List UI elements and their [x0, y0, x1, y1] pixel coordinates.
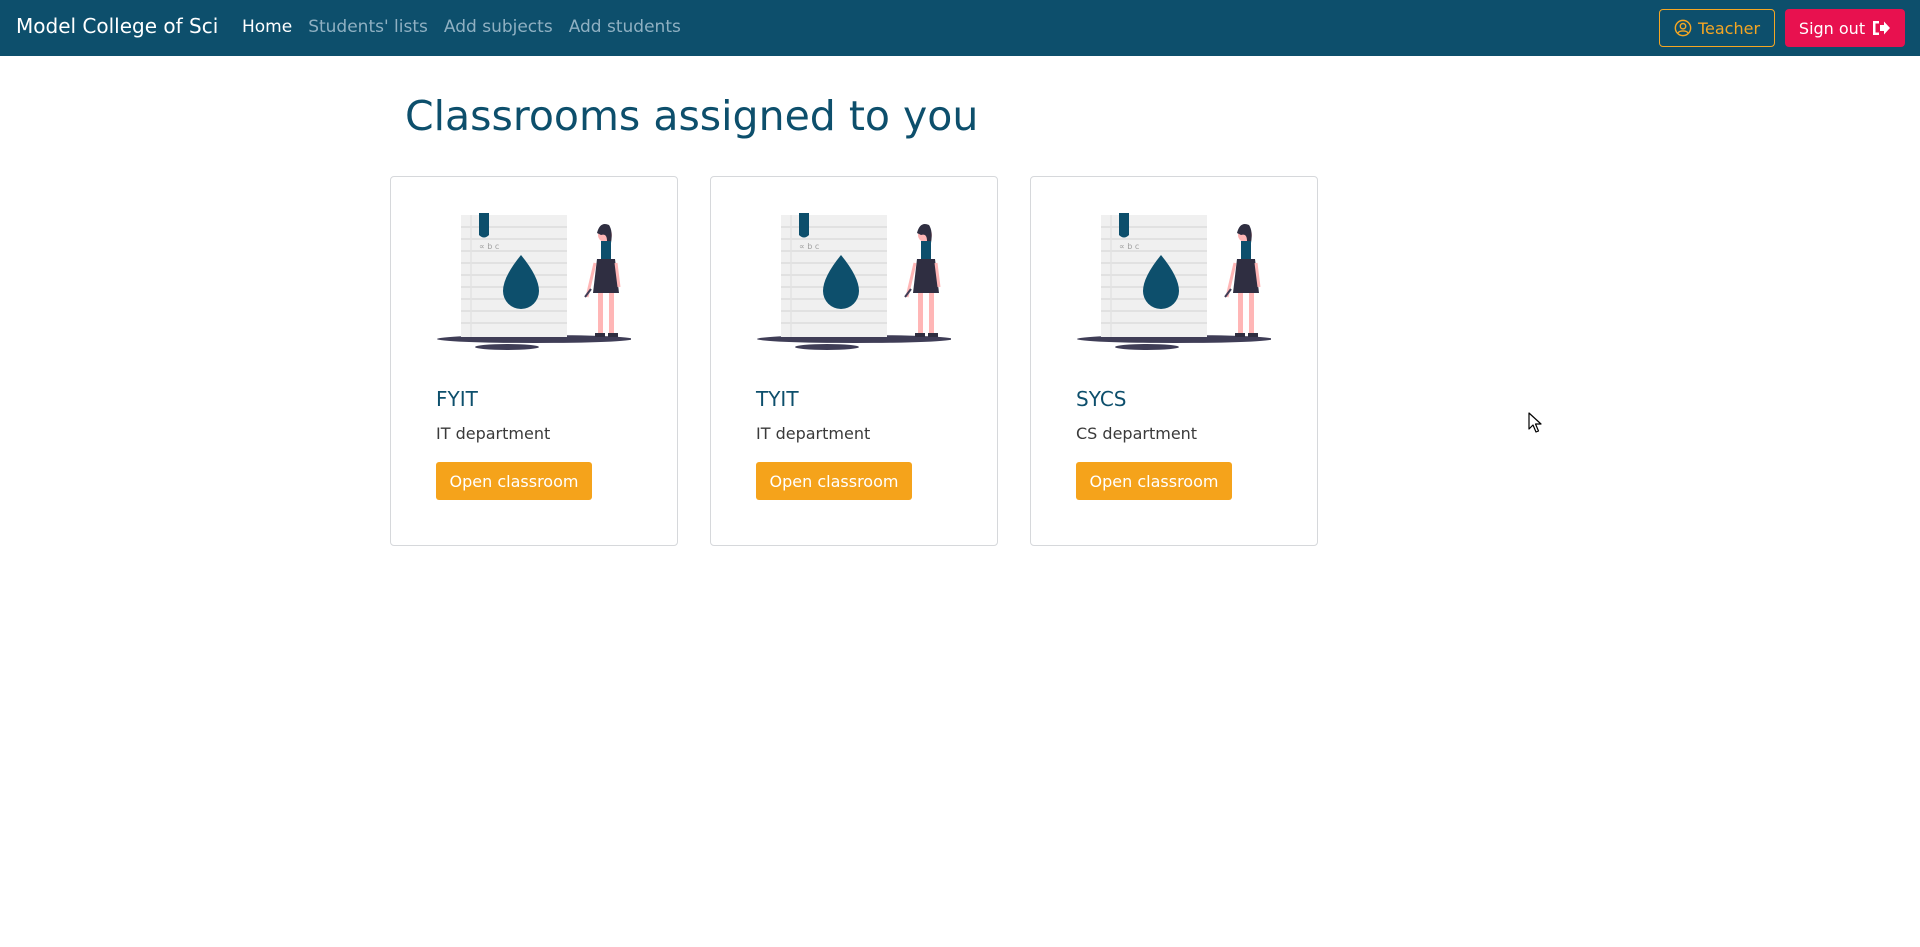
classroom-department: CS department — [1076, 424, 1198, 443]
svg-text:∝ b c: ∝ b c — [479, 242, 499, 251]
classroom-card: ∝ b c TYIT IT department Open classroom — [710, 176, 998, 546]
user-circle-icon — [1674, 19, 1692, 37]
teacher-button[interactable]: Teacher — [1659, 9, 1775, 47]
nav-link-add-subjects[interactable]: Add subjects — [444, 17, 553, 37]
sign-out-label: Sign out — [1798, 18, 1866, 38]
open-classroom-button[interactable]: Open classroom — [436, 462, 592, 500]
classroom-department: IT department — [436, 424, 551, 443]
classroom-illustration: ∝ b c — [757, 213, 951, 350]
nav-link-add-students[interactable]: Add students — [569, 17, 681, 37]
classroom-department: IT department — [756, 424, 871, 443]
open-classroom-button[interactable]: Open classroom — [756, 462, 912, 500]
navbar: Model College of Sci Home Students' list… — [0, 0, 1920, 56]
sign-out-icon — [1873, 21, 1891, 35]
classroom-card: ∝ b c SYCS CS department Open classroom — [1030, 176, 1318, 546]
classroom-illustration: ∝ b c — [437, 213, 631, 350]
page-title: Classrooms assigned to you — [405, 92, 979, 140]
teacher-label: Teacher — [1697, 18, 1761, 38]
open-classroom-button[interactable]: Open classroom — [1076, 462, 1232, 500]
brand-link[interactable]: Model College of Sci — [16, 14, 218, 38]
svg-text:∝ b c: ∝ b c — [799, 242, 819, 251]
sign-out-button[interactable]: Sign out — [1785, 9, 1905, 47]
nav-link-home[interactable]: Home — [242, 17, 292, 37]
nav-links: Home Students' lists Add subjects Add st… — [242, 17, 697, 37]
mouse-cursor-icon — [1528, 412, 1542, 433]
classroom-name: TYIT — [756, 387, 799, 411]
classroom-name: FYIT — [436, 387, 478, 411]
classroom-name: SYCS — [1076, 387, 1127, 411]
nav-link-students-lists[interactable]: Students' lists — [308, 17, 428, 37]
svg-text:∝ b c: ∝ b c — [1119, 242, 1139, 251]
classroom-illustration: ∝ b c — [1077, 213, 1271, 350]
classroom-card: ∝ b c FYIT IT department Open classroom — [390, 176, 678, 546]
